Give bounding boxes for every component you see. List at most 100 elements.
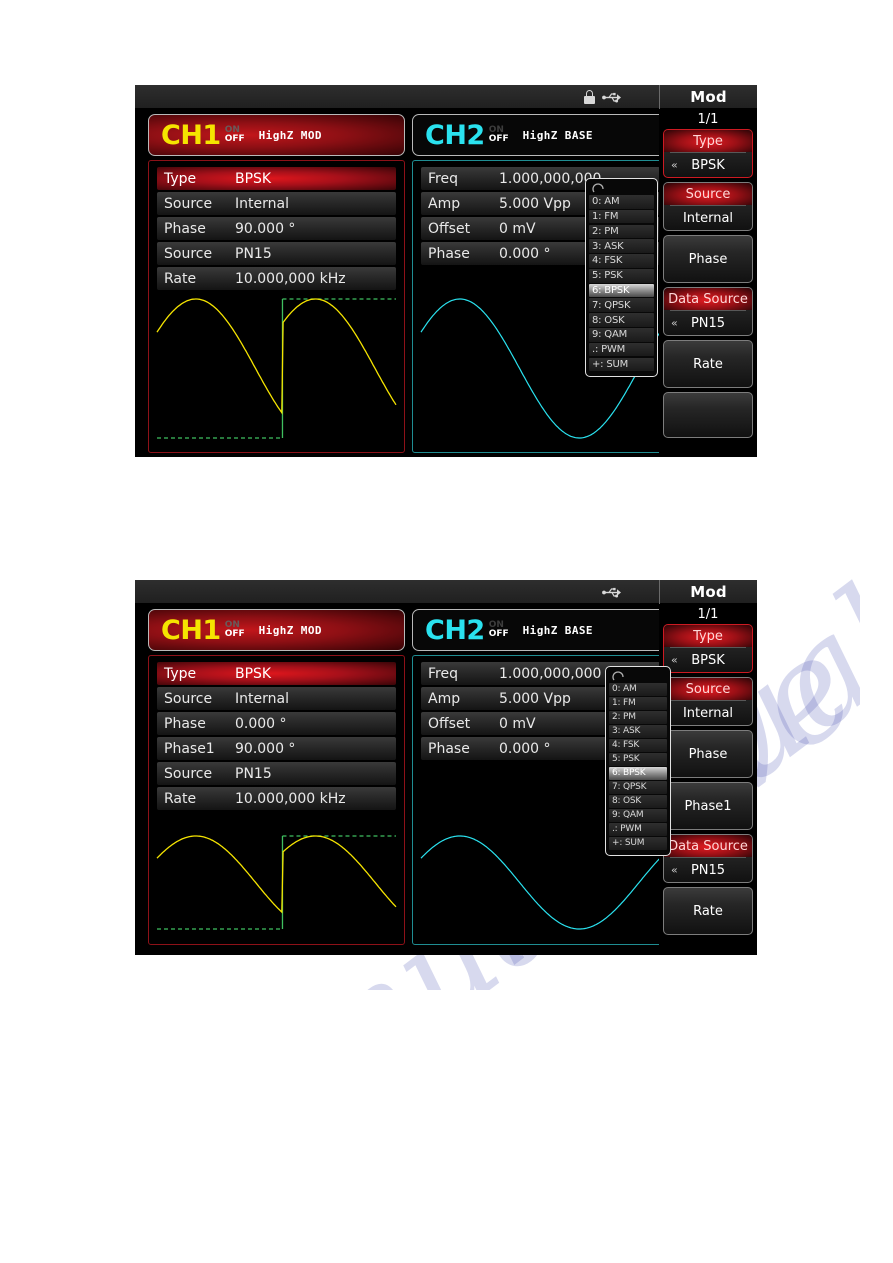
channel-meta: HighZ MOD [258, 128, 322, 142]
status-bar: Mod [135, 580, 757, 604]
param-row[interactable]: Type BPSK [157, 167, 396, 190]
dropdown-item[interactable]: .: PWM [609, 822, 667, 836]
dropdown-item[interactable]: 2: PM [609, 710, 667, 724]
mode-title: Mod [659, 85, 757, 109]
channel-header-ch1[interactable]: CH1 ON OFF HighZ MOD [148, 114, 405, 156]
dropdown-item[interactable]: 3: ASK [609, 724, 667, 738]
softkey-title: Source [664, 183, 752, 205]
dropdown-item[interactable]: 1: FM [589, 209, 654, 224]
param-label: Offset [428, 220, 471, 237]
chevron-left-icon: « [671, 863, 678, 877]
dropdown-item[interactable]: 9: QAM [589, 328, 654, 342]
dropdown-item[interactable]: 3: ASK [589, 239, 654, 253]
dropdown-item[interactable]: 6: BPSK [589, 283, 654, 298]
dropdown-item[interactable]: 1: FM [609, 696, 667, 710]
softkey-type[interactable]: Type «BPSK [663, 129, 753, 178]
softkey-data-source[interactable]: Data Source «PN15 [663, 287, 753, 336]
dropdown-item[interactable]: 2: PM [589, 224, 654, 239]
param-row[interactable]: Type BPSK [157, 662, 396, 685]
softkey-rate[interactable]: Rate [663, 887, 753, 935]
dropdown-item[interactable]: 7: QPSK [609, 780, 667, 794]
param-label: Amp [428, 690, 461, 707]
softkey-phase[interactable]: Phase [663, 730, 753, 778]
softkey-title: Data Source [664, 835, 752, 857]
param-label: Amp [428, 195, 461, 212]
channel-meta: HighZ MOD [258, 623, 322, 637]
softkey-title: Rate [693, 903, 723, 919]
dropdown-item[interactable]: 5: PSK [609, 752, 667, 766]
dropdown-item[interactable]: 8: OSK [589, 313, 654, 327]
param-value: Internal [235, 690, 289, 707]
channel-header-ch2[interactable]: CH2 ON OFF HighZ BASE [412, 114, 669, 156]
dropdown-item[interactable]: 0: AM [609, 683, 667, 696]
channel-onoff-indicator: ON OFF [489, 621, 509, 639]
waveform-ch1 [149, 826, 404, 943]
param-value: 0.000 ° [235, 715, 287, 732]
softkey-phase1[interactable]: Phase1 [663, 782, 753, 830]
param-label: Type [164, 170, 197, 187]
param-row[interactable]: Rate 10.000,000 kHz [157, 787, 396, 810]
modulation-type-dropdown[interactable]: 0: AM 1: FM 2: PM 3: ASK 4: FSK 5: PSK 6: BPSK… [605, 666, 671, 856]
param-row[interactable]: Rate 10.000,000 kHz [157, 267, 396, 290]
dropdown-item[interactable]: 7: QPSK [589, 298, 654, 313]
softkey-type[interactable]: Type «BPSK [663, 624, 753, 673]
softkey-data-source[interactable]: Data Source «PN15 [663, 834, 753, 883]
param-value: PN15 [235, 765, 272, 782]
channel-header-ch2[interactable]: CH2 ON OFF HighZ BASE [412, 609, 669, 651]
param-value: 90.000 ° [235, 220, 296, 237]
param-row[interactable]: Phase 90.000 ° [157, 217, 396, 240]
lock-icon [584, 90, 595, 104]
softkey-value: «BPSK [671, 652, 725, 668]
channel-header-ch1[interactable]: CH1 ON OFF HighZ MOD [148, 609, 405, 651]
dropdown-item[interactable]: 9: QAM [609, 808, 667, 822]
channel-off-label: OFF [488, 629, 509, 639]
param-row[interactable]: Source Internal [157, 192, 396, 215]
dropdown-item[interactable]: 4: FSK [609, 738, 667, 752]
status-bar: Mod [135, 85, 757, 109]
channel-meta: HighZ BASE [522, 128, 593, 142]
usb-icon [602, 92, 621, 102]
dropdown-item[interactable]: 0: AM [589, 195, 654, 209]
dropdown-item[interactable]: +: SUM [609, 836, 667, 850]
status-icon-group [602, 582, 622, 602]
param-value: PN15 [235, 245, 272, 262]
softkey-source[interactable]: Source Internal [663, 677, 753, 726]
channel-onoff-indicator: ON OFF [225, 621, 245, 639]
channel-name: CH1 [161, 614, 221, 646]
param-row[interactable]: Source PN15 [157, 242, 396, 265]
softkey-phase[interactable]: Phase [663, 235, 753, 283]
softkey-source[interactable]: Source Internal [663, 182, 753, 231]
dropdown-item[interactable]: 8: OSK [609, 794, 667, 808]
param-value: 10.000,000 kHz [235, 270, 346, 287]
param-row[interactable]: Phase1 90.000 ° [157, 737, 396, 760]
dropdown-item[interactable]: 6: BPSK [609, 766, 667, 780]
param-label: Type [164, 665, 197, 682]
mode-title: Mod [659, 580, 757, 604]
channel-off-label: OFF [224, 134, 245, 144]
softkey-value: «BPSK [671, 157, 725, 173]
softkey-value: Internal [682, 210, 734, 226]
instrument-screen-2: Mod CH1 ON OFF HighZ MOD CH2 ON OFF HighZ BASE Ty… [135, 580, 757, 955]
softkey-empty[interactable] [663, 392, 753, 438]
param-row[interactable]: Source Internal [157, 687, 396, 710]
dropdown-item[interactable]: 5: PSK [589, 268, 654, 283]
softkey-title: Phase [688, 251, 728, 267]
softkey-rate[interactable]: Rate [663, 340, 753, 388]
param-label: Rate [164, 790, 197, 807]
softkey-title: Type [664, 130, 752, 152]
channel-name: CH1 [161, 119, 221, 151]
param-row[interactable]: Phase 0.000 ° [157, 712, 396, 735]
usb-icon [602, 587, 621, 597]
modulation-type-dropdown[interactable]: 0: AM 1: FM 2: PM 3: ASK 4: FSK 5: PSK 6: BPSK… [585, 178, 658, 378]
softkey-value: «PN15 [671, 315, 726, 331]
param-row[interactable]: Source PN15 [157, 762, 396, 785]
param-value: 10.000,000 kHz [235, 790, 346, 807]
dropdown-scroll-indicator [609, 670, 667, 683]
page-indicator: 1/1 [697, 111, 719, 127]
dropdown-item[interactable]: +: SUM [589, 357, 654, 372]
dropdown-item[interactable]: .: PWM [589, 342, 654, 357]
dropdown-item[interactable]: 4: FSK [589, 254, 654, 268]
channel-meta: HighZ BASE [522, 623, 593, 637]
softkey-sidebar: 1/1 Type «BPSK Source Internal Phase Phase1 Dat… [659, 604, 757, 955]
channel-onoff-indicator: ON OFF [489, 126, 509, 144]
